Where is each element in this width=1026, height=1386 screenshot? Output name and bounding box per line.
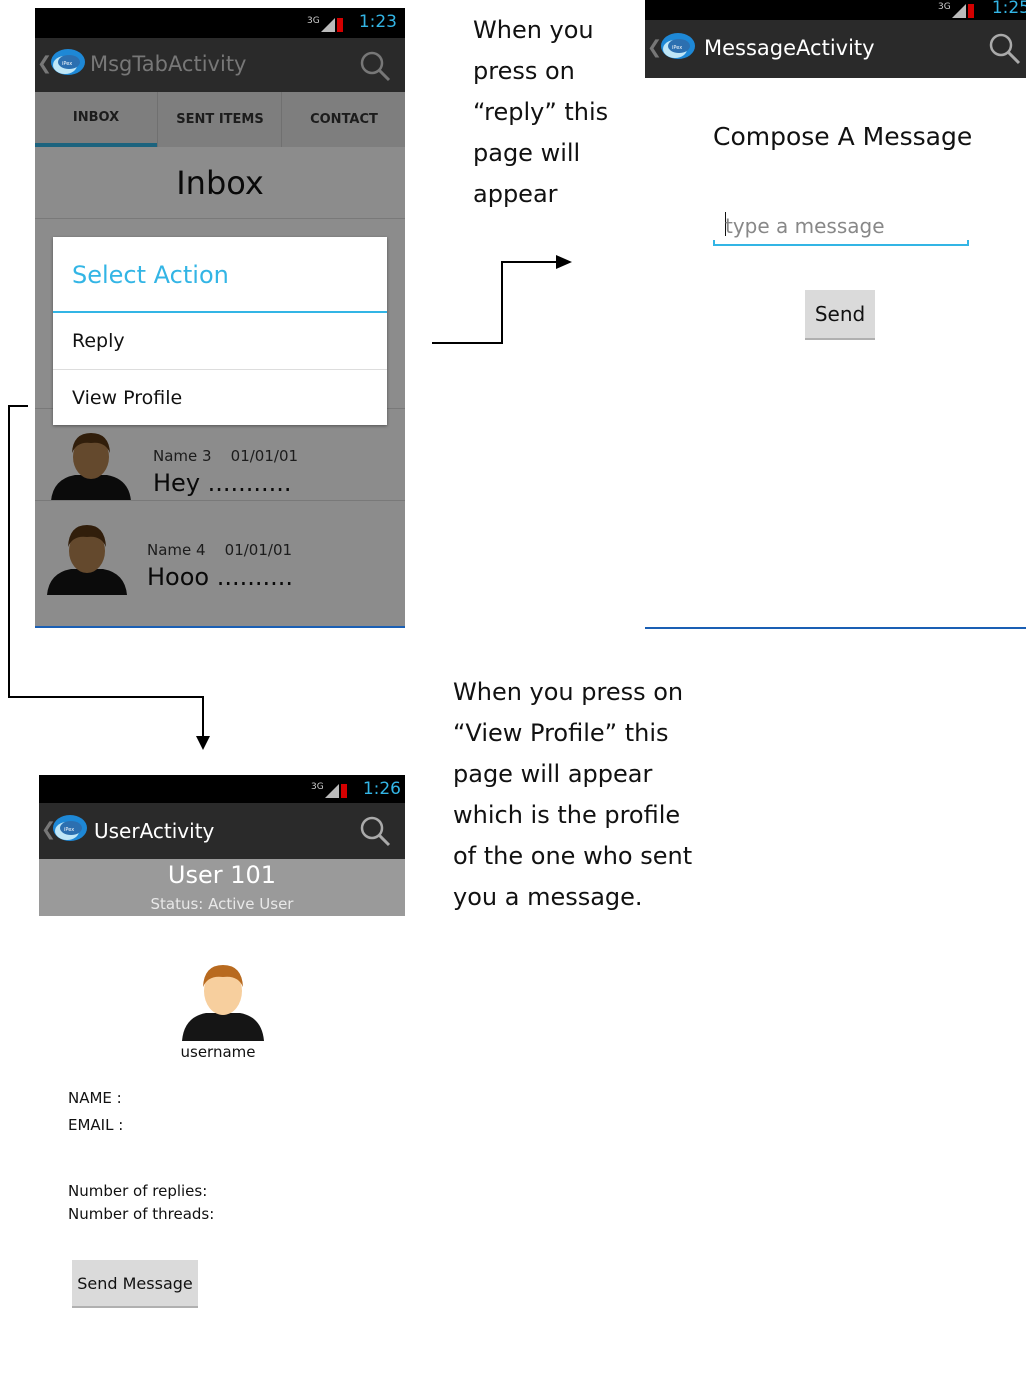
app-logo-icon[interactable]: iPex — [51, 813, 89, 851]
dialog-title: Select Action — [72, 261, 229, 289]
inbox-screen: 3G 1:23 ❮ iPex MsgTabActivity INBOX SENT… — [35, 8, 405, 628]
svg-text:3G: 3G — [311, 782, 324, 792]
signal-icon: 3G — [938, 0, 974, 18]
signal-icon: 3G — [307, 14, 343, 32]
send-message-button[interactable]: Send Message — [72, 1260, 198, 1308]
select-action-dialog: Select Action Reply View Profile — [53, 237, 387, 425]
user-title: User 101 — [167, 861, 277, 889]
send-button[interactable]: Send — [805, 290, 875, 340]
status-bar: 3G 1:26 — [39, 775, 405, 803]
view-profile-option[interactable]: View Profile — [53, 370, 387, 425]
status-time: 1:25 — [991, 0, 1026, 18]
user-status: Status: Active User — [150, 895, 294, 913]
status-time: 1:23 — [358, 12, 397, 32]
bottom-blue-line — [35, 626, 405, 628]
svg-text:3G: 3G — [307, 16, 320, 26]
action-bar: ❮ iPex UserActivity — [39, 803, 405, 859]
input-placeholder: type a message — [725, 214, 885, 238]
profile-header: User 101 Status: Active User — [39, 859, 405, 916]
search-icon[interactable] — [988, 32, 1022, 70]
svg-text:iPex: iPex — [672, 45, 682, 51]
replies-count-label: Number of replies: — [68, 1182, 208, 1200]
reply-arrow — [432, 261, 556, 344]
app-logo-icon[interactable]: iPex — [659, 31, 697, 69]
profile-annotation: When you press on “View Profile” this pa… — [453, 678, 693, 911]
profile-screen: 3G 1:26 ❮ iPex UserActivity User 101 Sta… — [39, 775, 405, 1335]
message-input[interactable]: type a message — [713, 208, 969, 246]
signal-icon: 3G — [311, 780, 347, 798]
compose-heading: Compose A Message — [713, 122, 973, 151]
app-title: MsgTabActivity — [90, 52, 247, 76]
threads-count-label: Number of threads: — [68, 1205, 215, 1223]
name-label: NAME : — [68, 1089, 122, 1107]
status-bar: 3G 1:25 — [645, 0, 1026, 20]
svg-text:iPex: iPex — [64, 827, 74, 833]
email-label: EMAIL : — [68, 1116, 124, 1134]
reply-arrowhead — [556, 255, 572, 269]
profile-avatar — [178, 959, 268, 1045]
action-bar: ❮ iPex MessageActivity — [645, 20, 1026, 78]
svg-text:3G: 3G — [938, 2, 951, 12]
status-bar: 3G 1:23 — [35, 8, 405, 38]
compose-screen: 3G 1:25 ❮ iPex MessageActivity Compose A… — [645, 0, 1026, 629]
search-icon[interactable] — [359, 815, 391, 851]
status-time: 1:26 — [362, 779, 401, 799]
action-bar: ❮ iPex MsgTabActivity — [35, 38, 405, 92]
svg-text:iPex: iPex — [62, 61, 72, 67]
input-underline — [713, 244, 969, 246]
app-title: UserActivity — [94, 819, 215, 843]
username-label: username — [180, 1043, 256, 1061]
reply-annotation: When you press on “reply” this page will… — [473, 16, 609, 208]
search-icon[interactable] — [359, 50, 391, 86]
app-title: MessageActivity — [704, 36, 875, 60]
bottom-blue-line — [645, 627, 1026, 629]
reply-option[interactable]: Reply — [53, 313, 387, 369]
app-logo-icon[interactable]: iPex — [49, 47, 87, 85]
profile-arrowhead — [196, 736, 210, 750]
